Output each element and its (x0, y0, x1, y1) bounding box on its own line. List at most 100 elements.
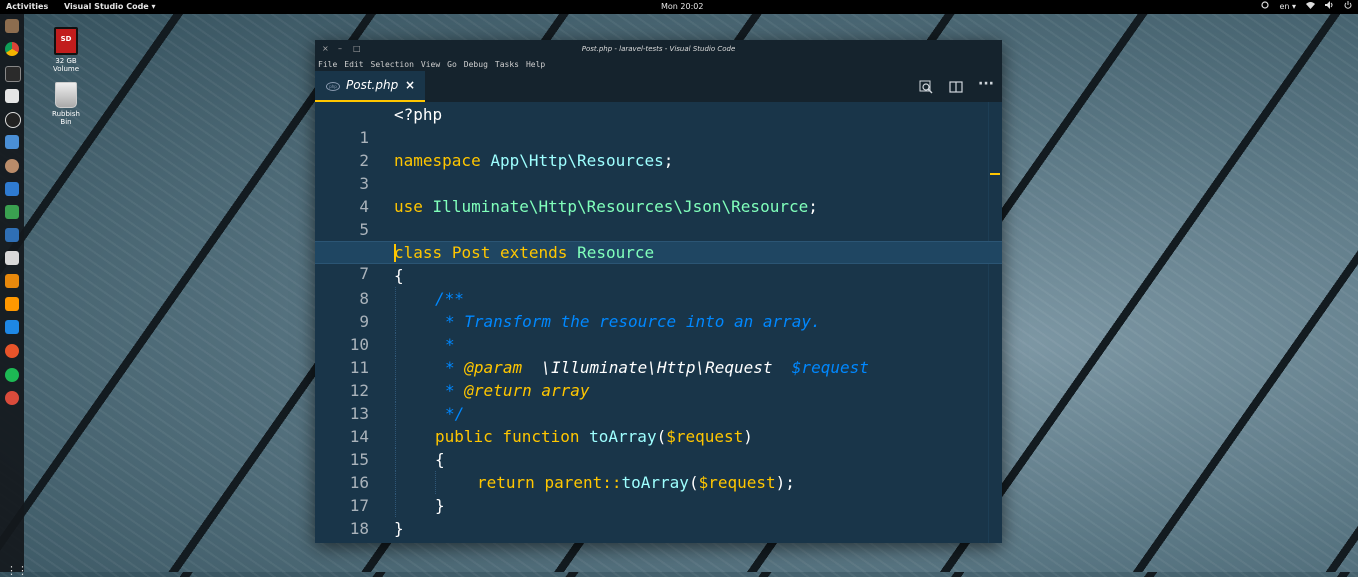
calculator-icon[interactable] (5, 228, 19, 242)
code-line: 9 /** (315, 287, 1002, 331)
avatar-icon[interactable] (5, 159, 19, 173)
desktop-icon-label: Rubbish Bin (52, 110, 80, 126)
menu-go[interactable]: Go (447, 58, 457, 71)
code-text: /** (435, 287, 464, 310)
indent-guide (395, 287, 396, 310)
power-icon[interactable] (1344, 0, 1352, 14)
vscode-icon[interactable] (5, 320, 19, 334)
token: */ (445, 404, 465, 423)
more-icon[interactable]: ··· (978, 77, 994, 93)
top-bar: Activities Visual Studio Code ▾ Mon 20:0… (0, 0, 1358, 14)
token: $request (698, 473, 776, 492)
code-line: 11 * (315, 333, 1002, 377)
menu-edit[interactable]: Edit (344, 58, 363, 71)
app-menu[interactable]: Visual Studio Code ▾ (64, 0, 156, 14)
token: * (445, 381, 455, 400)
token: ; (663, 151, 674, 170)
token: ( (688, 473, 699, 492)
code-text: */ (445, 402, 464, 425)
show-applications-icon[interactable]: ⋮⋮ (6, 565, 28, 577)
indent-guide (395, 379, 396, 402)
token: public function (435, 427, 580, 446)
indent-guide (395, 333, 396, 356)
system-tray[interactable]: en ▾ (1261, 0, 1352, 14)
network-icon[interactable] (1306, 0, 1315, 14)
virtualbox-icon[interactable] (5, 182, 19, 196)
token: parent (544, 473, 603, 492)
token: toArray (589, 427, 657, 446)
tab-close-button[interactable]: × (405, 71, 415, 100)
vlc-icon[interactable] (5, 251, 19, 265)
dock: ⋮⋮ (0, 14, 28, 577)
indent-guide (395, 356, 396, 379)
code-line: 2 (315, 126, 1002, 170)
activities-button[interactable]: Activities (6, 0, 48, 14)
token: ( (656, 427, 667, 446)
menu-file[interactable]: File (318, 58, 337, 71)
token: Illuminate\Http\Resources\Json\Resource (432, 197, 809, 216)
editor-icon[interactable] (5, 205, 19, 219)
code-text: namespace App\Http\Resources; (394, 149, 673, 172)
settings-icon[interactable] (5, 135, 19, 149)
token: Resource (577, 243, 655, 262)
tab-post-php[interactable]: php Post.php × (315, 71, 425, 102)
token: Post (451, 243, 491, 262)
code-text: { (394, 264, 404, 287)
token: \Illuminate\Http\Request (541, 358, 773, 377)
token: } (435, 496, 445, 515)
find-icon[interactable] (919, 79, 933, 94)
menu-tasks[interactable]: Tasks (495, 58, 519, 71)
extension-icon[interactable] (5, 391, 19, 405)
code-line: 17 return parent::toArray($request); (315, 471, 1002, 515)
chrome-icon[interactable] (5, 42, 19, 56)
desktop-icon-volume[interactable]: SD 32 GB Volume (46, 27, 86, 73)
code-text: * (445, 333, 455, 356)
code-line: 10 * Transform the resource into an arra… (315, 310, 1002, 354)
vscode-window: × – □ Post.php - laravel-tests - Visual … (315, 40, 1002, 543)
menu-selection[interactable]: Selection (371, 58, 414, 71)
line-number: 19 (315, 540, 369, 543)
code-line: 14 */ (315, 402, 1002, 446)
code-text: <?php (394, 103, 442, 126)
token: $request (666, 427, 744, 446)
token: * Transform the resource into an array. (445, 312, 821, 331)
sublime-text-icon[interactable] (5, 297, 19, 311)
token: :: (602, 473, 622, 492)
indent-guide (395, 310, 396, 333)
sd-card-icon: SD (54, 27, 78, 55)
clock-icon[interactable] (5, 112, 21, 128)
code-editor[interactable]: 1 <?php 2 3 namespace App\Http\Resources… (315, 102, 1002, 543)
settings-tray-icon[interactable] (1261, 0, 1270, 14)
indent-guide (395, 425, 396, 448)
menu-debug[interactable]: Debug (464, 58, 488, 71)
menu-view[interactable]: View (421, 58, 440, 71)
language-indicator[interactable]: en ▾ (1279, 0, 1296, 14)
token: use (394, 197, 423, 216)
indent-guide (395, 494, 396, 517)
code-line: 13 * @return array (315, 379, 1002, 423)
token: toArray (621, 473, 689, 492)
code-text: { (435, 448, 445, 471)
code-line: 4 (315, 172, 1002, 216)
menu-help[interactable]: Help (526, 58, 545, 71)
title-bar[interactable]: × – □ Post.php - laravel-tests - Visual … (315, 40, 1002, 58)
software-icon[interactable] (5, 89, 19, 103)
terminal-icon[interactable] (5, 66, 21, 82)
spotify-icon[interactable] (5, 368, 19, 382)
sublime-icon[interactable] (5, 274, 19, 288)
code-text: } (394, 517, 404, 540)
token: namespace (394, 151, 481, 170)
window-title: Post.php - laravel-tests - Visual Studio… (581, 45, 736, 53)
indent-guide (395, 448, 396, 471)
split-editor-icon[interactable] (949, 79, 963, 93)
token: * (445, 335, 455, 354)
token: } (394, 519, 404, 538)
clock[interactable]: Mon 20:02 (661, 0, 703, 14)
volume-icon[interactable] (1325, 0, 1334, 14)
code-line: 3 namespace App\Http\Resources; (315, 149, 1002, 193)
code-text: } (435, 494, 445, 517)
files-icon[interactable] (5, 19, 19, 33)
desktop-icon-rubbish-bin[interactable]: Rubbish Bin (46, 82, 86, 126)
tab-bar: php Post.php × ··· (315, 71, 1002, 102)
firefox-icon[interactable] (5, 344, 19, 358)
